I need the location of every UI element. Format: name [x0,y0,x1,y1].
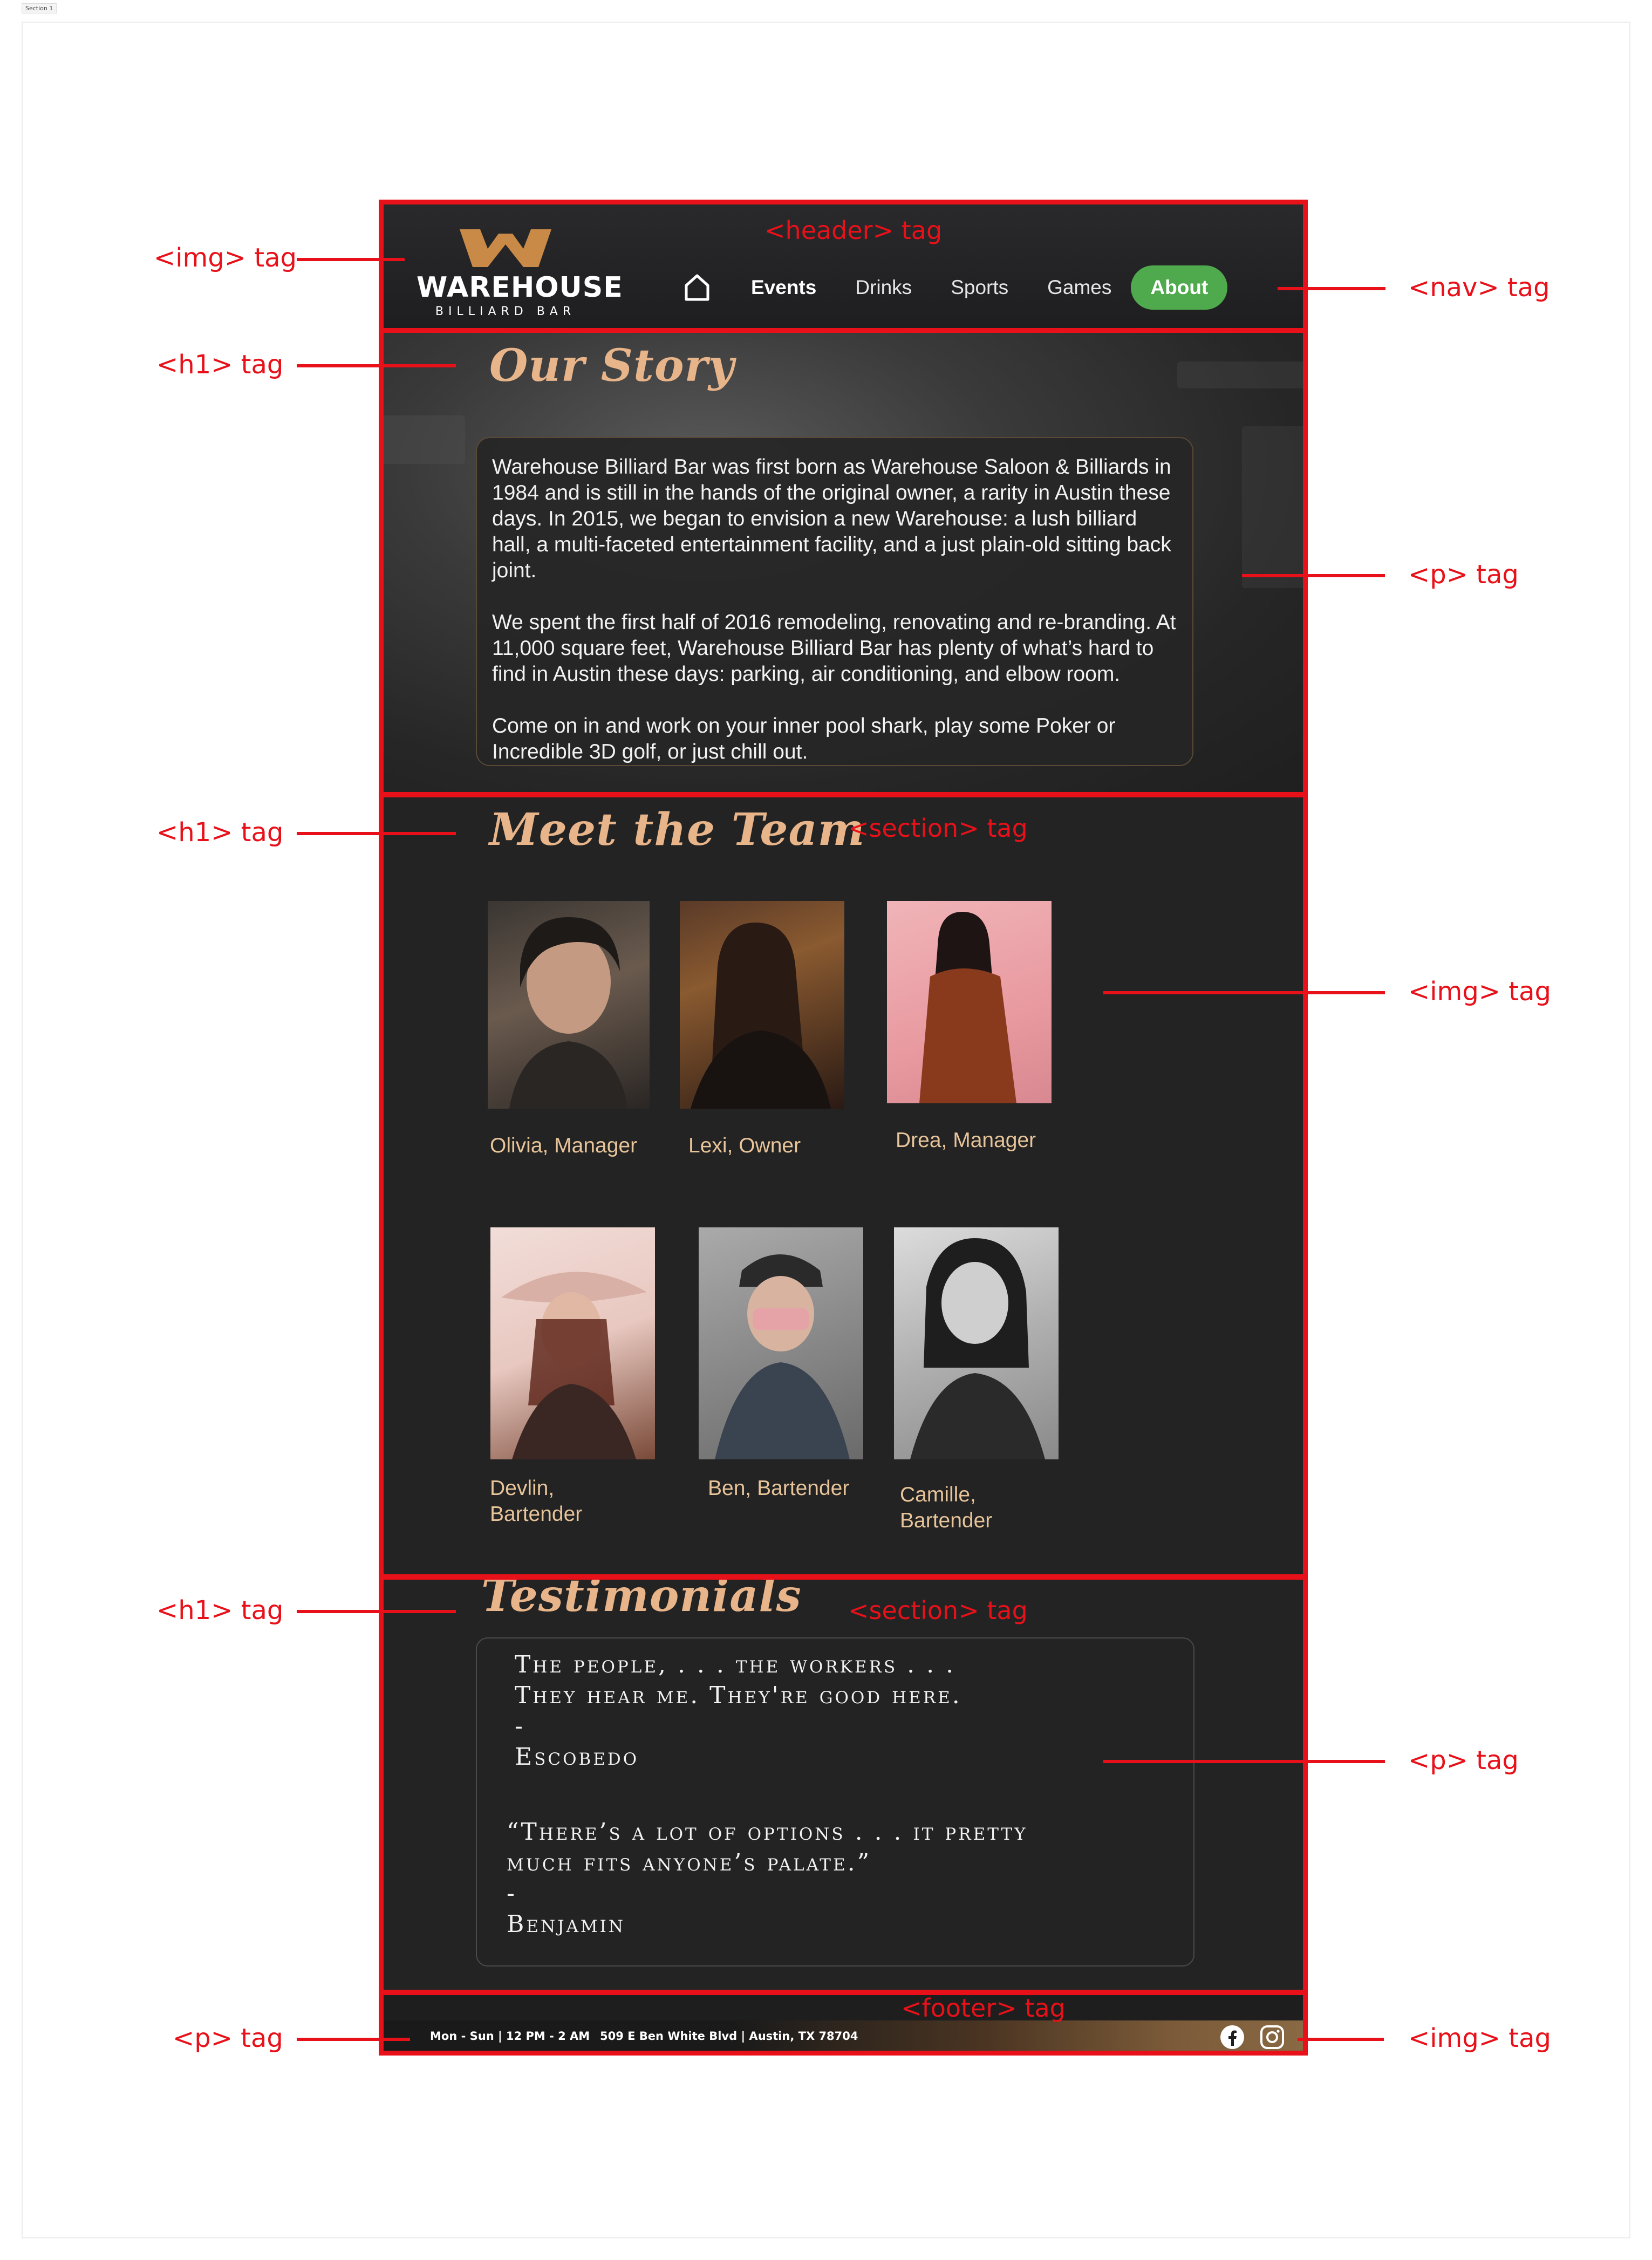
img-tag-pointer-logo [297,258,405,261]
team-photo-devlin [490,1227,655,1459]
story-heading: Our Story [489,340,735,392]
footer-tag-label: <footer> tag [901,1993,1066,2023]
p-tag-label-testimonials: <p> tag [1408,1745,1519,1776]
testimonials-heading: Testimonials [481,1570,802,1622]
pool-table-image [379,415,465,464]
logo[interactable]: WAREHOUSE BILLIARD BAR [417,229,623,318]
testimonials-card: The people, . . . the workers . . . They… [476,1637,1194,1967]
member-name-lexi: Lexi, Owner [688,1134,801,1157]
team-photo-ben [699,1227,863,1459]
story-paragraph-1: Warehouse Billiard Bar was first born as… [492,455,1171,582]
nav-events[interactable]: Events [751,276,816,299]
section-tag-label-1: <section> tag [848,814,1028,843]
h1-tag-label-story: <h1> tag [156,350,284,380]
member-name-devlin: Devlin, Bartender [490,1477,583,1526]
team-heading: Meet the Team [489,804,865,856]
footer-address: 509 E Ben White Blvd | Austin, TX 78704 [600,2030,858,2043]
nav-games[interactable]: Games [1047,276,1111,299]
team-photo-drea [887,901,1052,1103]
team-section: Meet the Team Olivia, Manager Lexi, Owne… [379,793,1308,1575]
logo-wordmark: WAREHOUSE [417,271,623,304]
nav-tag-label: <nav> tag [1408,272,1550,303]
nav-about[interactable]: About [1131,265,1228,310]
nav-drinks[interactable]: Drinks [855,276,912,299]
team-photo-lexi [680,901,844,1109]
nav-sports[interactable]: Sports [951,276,1008,299]
h1-tag-pointer-testimonials [297,1610,456,1613]
testimonial-quote-2: “There’s a lot of options . . . it prett… [507,1818,1028,1938]
story-paragraph-2: We spent the first half of 2016 remodeli… [492,611,1176,686]
testimonials-section: Testimonials The people, . . . the worke… [379,1570,1308,1991]
p-tag-label-story: <p> tag [1408,559,1519,590]
h1-tag-label-testimonials: <h1> tag [156,1595,284,1626]
website-mockup: WAREHOUSE BILLIARD BAR Events Drinks Spo… [379,200,1308,2056]
site-footer: Mon - Sun | 12 PM - 2 AM 509 E Ben White… [379,1991,1308,2056]
img-tag-pointer-social [1298,2038,1384,2041]
section-tag-label-2: <section> tag [848,1596,1028,1625]
home-icon[interactable] [681,271,713,304]
facebook-icon[interactable] [1219,2024,1245,2050]
story-card: Warehouse Billiard Bar was first born as… [476,437,1193,766]
patron-silhouette-image [1242,426,1307,588]
team-photo-camille [894,1227,1059,1459]
team-photo-olivia [488,901,650,1109]
member-name-drea: Drea, Manager [896,1129,1036,1152]
bar-sign-image [1177,361,1307,388]
member-name-olivia: Olivia, Manager [490,1134,638,1157]
frame-label: Section 1 [22,3,57,13]
member-name-ben: Ben, Bartender [708,1477,850,1500]
logo-crown-icon [460,229,551,267]
story-paragraph-3: Come on in and work on your inner pool s… [492,714,1116,763]
p-tag-pointer-footer [297,2038,410,2041]
nav-tag-pointer [1278,287,1385,290]
story-section: Our Story Warehouse Billiard Bar was fir… [379,329,1308,793]
h1-tag-pointer-team [297,832,456,835]
p-tag-label-footer: <p> tag [173,2023,283,2053]
footer-hours: Mon - Sun | 12 PM - 2 AM [430,2030,590,2043]
img-tag-label-team: <img> tag [1408,977,1551,1007]
logo-subtitle: BILLIARD BAR [435,305,576,318]
member-name-camille: Camille, Bartender [900,1483,993,1532]
instagram-icon[interactable] [1259,2024,1285,2050]
p-tag-pointer-story [1242,574,1385,577]
h1-tag-label-team: <h1> tag [156,817,284,848]
h1-tag-pointer-story [297,364,456,367]
main-nav: Events Drinks Sports Games About [681,263,1228,312]
img-tag-label-logo: <img> tag [154,243,297,273]
header-tag-label: <header> tag [764,216,943,245]
img-tag-label-social: <img> tag [1408,2023,1551,2053]
p-tag-pointer-testimonials [1103,1760,1385,1763]
img-tag-pointer-team [1103,991,1385,994]
testimonial-quote-1: The people, . . . the workers . . . They… [515,1651,962,1771]
